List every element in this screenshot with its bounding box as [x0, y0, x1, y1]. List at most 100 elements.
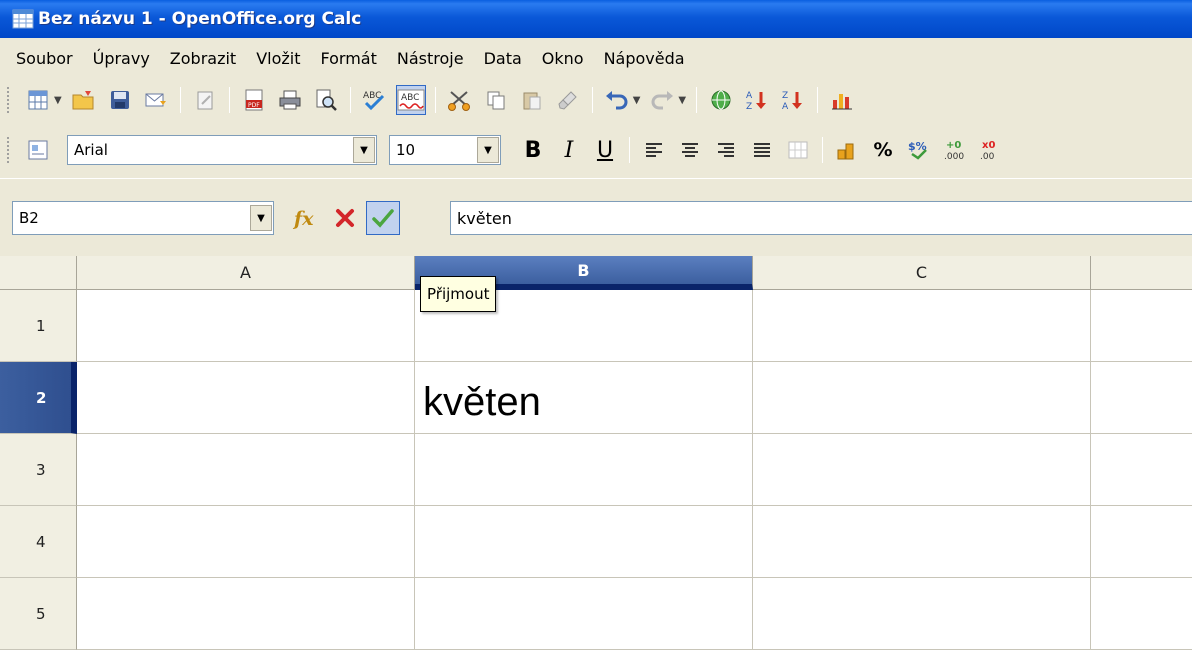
redo-icon	[651, 91, 674, 110]
font-size-dropdown-icon[interactable]: ▼	[477, 137, 499, 163]
cell-c3[interactable]	[753, 434, 1091, 506]
cell-b3[interactable]	[415, 434, 753, 506]
cell-b2[interactable]: květen	[415, 362, 753, 434]
font-size-value[interactable]: 10	[390, 141, 477, 159]
sort-descending-button[interactable]: ZA	[778, 85, 808, 115]
row-header-1[interactable]: 1	[0, 290, 77, 362]
cell-a5[interactable]	[77, 578, 415, 650]
row-header-5[interactable]: 5	[0, 578, 77, 650]
toolbar-separator	[822, 137, 823, 163]
menu-zobrazit[interactable]: Zobrazit	[170, 49, 236, 68]
svg-text:A: A	[782, 102, 789, 112]
undo-button[interactable]	[602, 85, 632, 115]
clone-formatting-button[interactable]	[553, 85, 583, 115]
name-box[interactable]: B2 ▼	[12, 201, 274, 235]
cell-c2[interactable]	[753, 362, 1091, 434]
merge-cells-button[interactable]	[783, 135, 813, 165]
hyperlink-button[interactable]	[706, 85, 736, 115]
toolbar-grip[interactable]	[6, 136, 10, 164]
cell-d1[interactable]	[1091, 290, 1192, 362]
justify-button[interactable]	[747, 135, 777, 165]
accept-button[interactable]	[366, 201, 400, 235]
cell-d5[interactable]	[1091, 578, 1192, 650]
auto-spellcheck-button[interactable]: ABC	[395, 85, 426, 115]
add-decimal-place-button[interactable]: +0.000	[940, 135, 970, 165]
menu-data[interactable]: Data	[484, 49, 522, 68]
svg-text:Z: Z	[746, 102, 752, 112]
column-header-partial[interactable]	[1091, 256, 1192, 290]
edit-file-button[interactable]	[190, 85, 220, 115]
menu-upravy[interactable]: Úpravy	[93, 49, 150, 68]
cell-c4[interactable]	[753, 506, 1091, 578]
row-header-3[interactable]: 3	[0, 434, 77, 506]
underline-button[interactable]: U	[589, 134, 621, 166]
styles-formatting-button[interactable]	[23, 135, 53, 165]
align-left-button[interactable]	[639, 135, 669, 165]
name-box-dropdown-icon[interactable]: ▼	[250, 205, 272, 231]
currency-format-button[interactable]	[832, 135, 862, 165]
cell-b4[interactable]	[415, 506, 753, 578]
redo-button[interactable]	[647, 85, 677, 115]
svg-text:ABC: ABC	[401, 93, 419, 103]
toolbar-grip[interactable]	[6, 86, 10, 114]
redo-dropdown-arrow-icon[interactable]: ▼	[678, 95, 686, 106]
cell-c5[interactable]	[753, 578, 1091, 650]
select-all-corner[interactable]	[0, 256, 77, 290]
new-dropdown-arrow-icon[interactable]: ▼	[54, 95, 62, 106]
font-name-combobox[interactable]: Arial ▼	[67, 135, 377, 165]
column-header-c[interactable]: C	[753, 256, 1091, 290]
bold-button[interactable]: B	[517, 134, 549, 166]
cell-a3[interactable]	[77, 434, 415, 506]
cell-a2[interactable]	[77, 362, 415, 434]
cell-d3[interactable]	[1091, 434, 1192, 506]
cell-b5[interactable]	[415, 578, 753, 650]
save-button[interactable]	[105, 85, 135, 115]
undo-icon	[605, 91, 628, 110]
window-title: Bez názvu 1 - OpenOffice.org Calc	[38, 9, 362, 29]
undo-dropdown-arrow-icon[interactable]: ▼	[633, 95, 641, 106]
font-name-value[interactable]: Arial	[68, 141, 353, 159]
paste-button[interactable]	[517, 85, 547, 115]
menu-napoveda[interactable]: Nápověda	[604, 49, 685, 68]
delete-decimal-place-button[interactable]: x0.00	[976, 135, 1006, 165]
print-button[interactable]	[275, 85, 305, 115]
copy-button[interactable]	[481, 85, 511, 115]
spellcheck-button[interactable]: ABC	[360, 85, 390, 115]
insert-chart-button[interactable]	[827, 85, 857, 115]
standard-toolbar: ▼ PDF ABC ABC ▼ ▼ A Z Z A	[0, 78, 1192, 122]
menu-vlozit[interactable]: Vložit	[256, 49, 300, 68]
email-button[interactable]	[141, 85, 171, 115]
percent-format-button[interactable]: %	[867, 134, 899, 166]
cell-c1[interactable]	[753, 290, 1091, 362]
menu-nastroje[interactable]: Nástroje	[397, 49, 464, 68]
font-size-combobox[interactable]: 10 ▼	[389, 135, 501, 165]
new-document-button[interactable]	[23, 85, 53, 115]
font-name-dropdown-icon[interactable]: ▼	[353, 137, 375, 163]
menu-soubor[interactable]: Soubor	[16, 49, 73, 68]
open-button[interactable]	[69, 85, 99, 115]
standard-format-button[interactable]: $%	[904, 135, 934, 165]
row-header-4[interactable]: 4	[0, 506, 77, 578]
cell-a1[interactable]	[77, 290, 415, 362]
formula-input[interactable]: květen	[450, 201, 1192, 235]
copy-icon	[487, 91, 505, 110]
cell-d2[interactable]	[1091, 362, 1192, 434]
align-right-button[interactable]	[711, 135, 741, 165]
align-center-button[interactable]	[675, 135, 705, 165]
export-pdf-button[interactable]: PDF	[239, 85, 269, 115]
menu-format[interactable]: Formát	[321, 49, 377, 68]
delete-decimal-icon: x0.00	[980, 140, 995, 162]
italic-button[interactable]: I	[553, 134, 585, 166]
row-header-2[interactable]: 2	[0, 362, 77, 434]
cell-d4[interactable]	[1091, 506, 1192, 578]
page-preview-button[interactable]	[311, 85, 341, 115]
cancel-button[interactable]	[328, 201, 362, 235]
cell-a4[interactable]	[77, 506, 415, 578]
name-box-value[interactable]: B2	[13, 209, 250, 227]
column-header-a[interactable]: A	[77, 256, 415, 290]
menu-okno[interactable]: Okno	[542, 49, 584, 68]
globe-hyperlink-icon	[711, 90, 731, 110]
function-wizard-button[interactable]: fx	[290, 201, 324, 235]
cut-button[interactable]	[445, 85, 475, 115]
sort-ascending-button[interactable]: AZ	[742, 85, 772, 115]
